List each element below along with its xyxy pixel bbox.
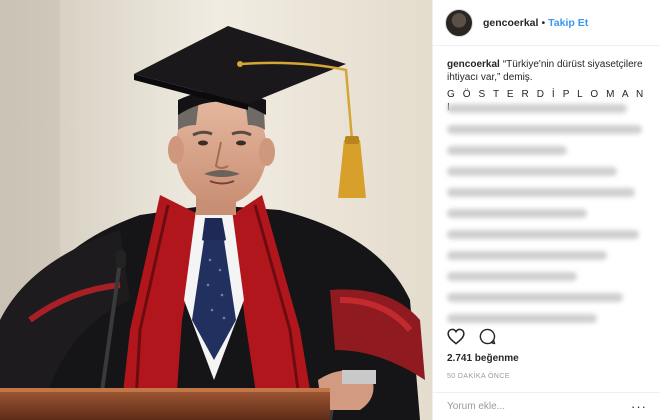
blurred-comment <box>447 230 639 239</box>
caption-username[interactable]: gencoerkal <box>447 59 500 70</box>
blurred-comment <box>447 251 607 260</box>
blurred-comment <box>447 125 642 134</box>
graduation-portrait-image <box>0 0 432 420</box>
blurred-comment <box>447 167 617 176</box>
username-link[interactable]: gencoerkal <box>483 17 538 29</box>
blurred-comment <box>447 314 597 323</box>
header-text: gencoerkal • Takip Et <box>483 17 588 29</box>
post-header: gencoerkal • Takip Et <box>433 0 660 46</box>
post-photo[interactable] <box>0 0 432 420</box>
likes-count[interactable]: 2.741 beğenme <box>447 353 519 364</box>
blurred-comment <box>447 272 577 281</box>
speech-bubble-icon[interactable] <box>479 328 496 345</box>
avatar[interactable] <box>445 8 473 37</box>
heart-icon[interactable] <box>447 328 465 345</box>
blurred-comment <box>447 188 635 197</box>
follow-button[interactable]: Takip Et <box>548 17 588 29</box>
blurred-comment <box>447 104 627 113</box>
blurred-comment <box>447 209 587 218</box>
caption-line: gencoerkal “Türkiye'nin dürüst siyasetçil… <box>447 58 646 84</box>
comment-input[interactable] <box>447 401 631 412</box>
ellipsis-icon[interactable]: ··· <box>631 399 647 414</box>
blurred-comment <box>447 293 623 302</box>
post-side-panel: gencoerkal • Takip Et gencoerkal “Türkiye'n… <box>432 0 660 420</box>
post-actions <box>447 328 496 345</box>
blurred-comment <box>447 146 567 155</box>
comment-box: ··· <box>433 392 660 420</box>
separator-dot: • <box>541 16 546 29</box>
blurred-comments <box>447 104 647 335</box>
post-timestamp[interactable]: 50 DAKİKA ÖNCE <box>447 373 510 380</box>
